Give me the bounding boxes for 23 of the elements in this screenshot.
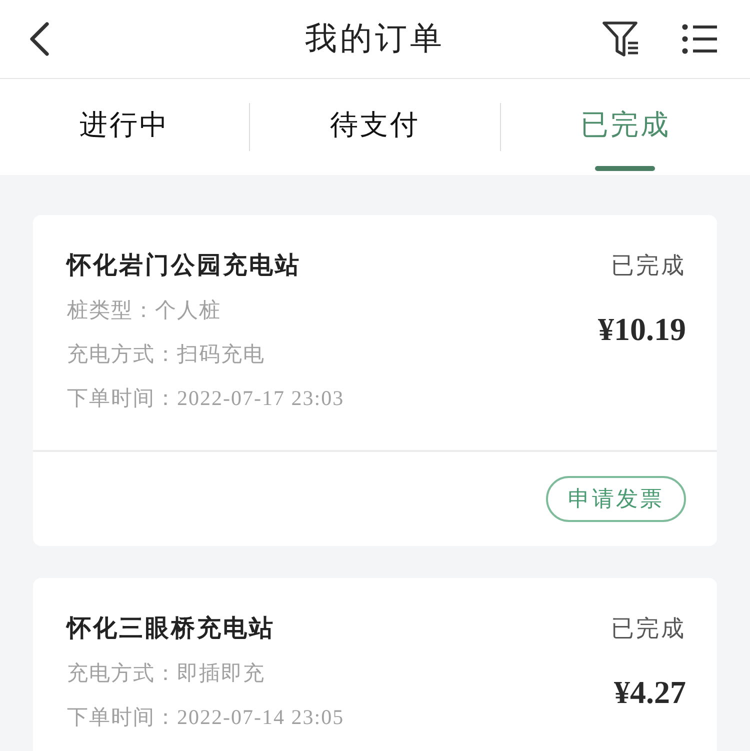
station-name: 怀化岩门公园充电站 — [67, 251, 302, 281]
tab[interactable]: 进行中 — [0, 79, 250, 175]
order-status: 已完成 — [611, 615, 686, 643]
order-price: ¥4.27 — [614, 673, 686, 712]
back-icon — [28, 22, 50, 56]
back-button[interactable] — [28, 22, 50, 56]
station-name: 怀化三眼桥充电站 — [67, 614, 276, 644]
order-card[interactable]: 怀化岩门公园充电站 桩类型：个人桩 充电方式：扫码充电 下单时间：2022-07-17 23:03 已完成 ¥10.19 申请发票 — [33, 215, 717, 546]
filter-button[interactable] — [602, 21, 640, 57]
page-title: 我的订单 — [304, 19, 446, 58]
order-detail: 桩类型：个人桩 — [67, 297, 222, 324]
order-status: 已完成 — [611, 252, 686, 280]
order-price: ¥10.19 — [598, 310, 686, 349]
order-detail: 下单时间：2022-07-17 23:03 — [67, 385, 344, 412]
menu-icon — [682, 24, 718, 54]
order-card[interactable]: 怀化三眼桥充电站 充电方式：即插即充 下单时间：2022-07-14 23:05 已完成 ¥4.27 — [33, 578, 717, 751]
order-detail: 充电方式：扫码充电 — [67, 341, 266, 368]
tab[interactable]: 待支付 — [250, 79, 500, 175]
tab[interactable]: 已完成 — [500, 79, 750, 175]
order-detail: 下单时间：2022-07-14 23:05 — [67, 704, 344, 731]
menu-button[interactable] — [682, 24, 718, 54]
filter-icon — [602, 21, 640, 57]
order-detail: 充电方式：即插即充 — [67, 660, 266, 687]
